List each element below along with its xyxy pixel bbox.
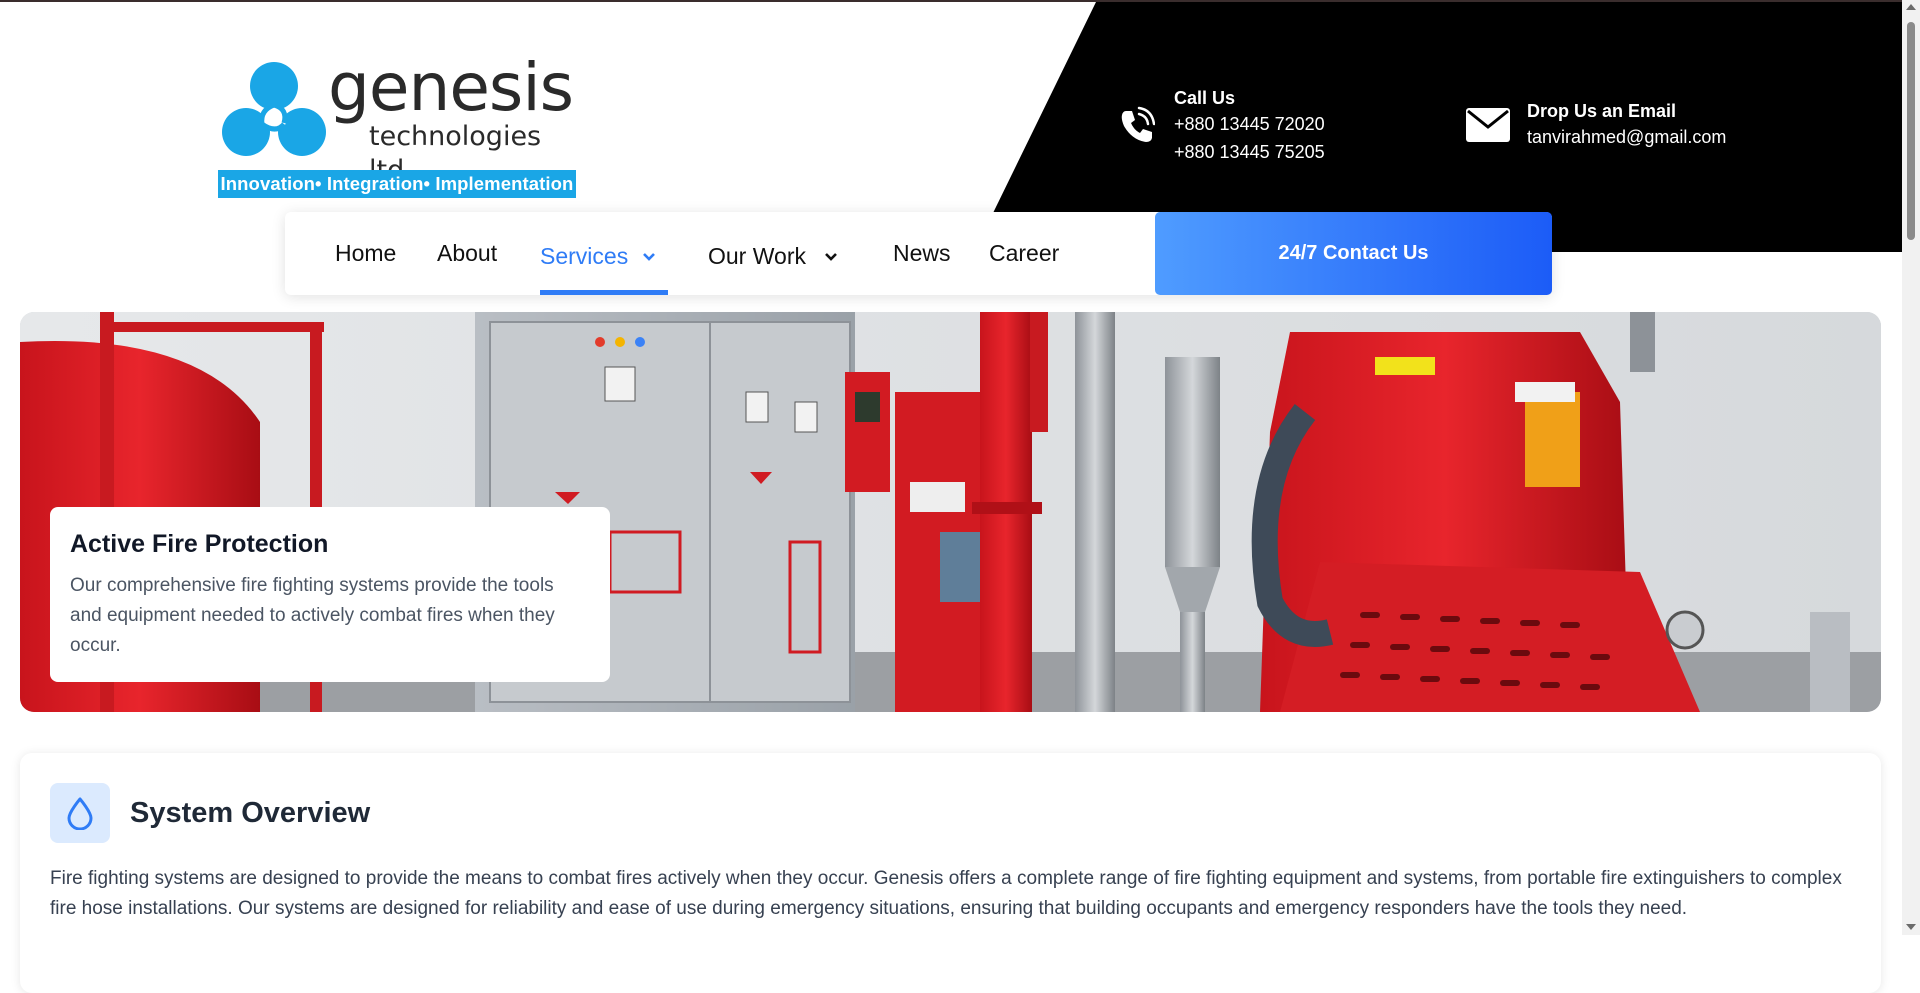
nav-label-about: About [437,240,498,266]
nav-label-our-work: Our Work [708,243,806,269]
chevron-down-icon [642,252,656,262]
envelope-icon [1465,102,1511,148]
water-drop-icon [50,783,110,843]
nav-item-our-work[interactable]: Our Work [708,215,838,298]
nav-item-services[interactable]: Services [540,215,656,298]
top-border [0,0,1920,2]
nav-item-home[interactable]: Home [335,212,396,295]
scroll-up-arrow-icon[interactable] [1906,4,1916,10]
logo-tagline: Innovation• Integration• Implementation [218,170,576,198]
email-block[interactable]: Drop Us an Email tanvirahmed@gmail.com [1465,99,1726,151]
nav-item-career[interactable]: Career [989,212,1059,295]
phone-icon [1112,103,1158,149]
hero-caption-card: Active Fire Protection Our comprehensive… [50,507,610,682]
contact-us-button[interactable]: 24/7 Contact Us [1155,212,1552,295]
scrollbar-thumb[interactable] [1907,22,1915,240]
system-overview-card: System Overview Fire fighting systems ar… [20,753,1881,993]
section-title: System Overview [130,797,371,829]
nav-item-about[interactable]: About [437,212,497,295]
nav-active-indicator [540,290,668,295]
nav-label-career: Career [989,240,1060,266]
nav-label-home: Home [335,240,397,266]
logo-wordmark: genesis [328,49,574,126]
nav-label-news: News [893,240,951,266]
logo-mark-icon [222,62,326,156]
phone-number-1[interactable]: +880 13445 72020 [1174,110,1325,138]
email-address[interactable]: tanvirahmed@gmail.com [1527,123,1726,151]
company-logo[interactable]: genesis technologies ltd Innovation• Int… [216,49,578,200]
nav-label-services: Services [540,243,629,269]
email-title: Drop Us an Email [1527,101,1677,121]
hero-banner: Active Fire Protection Our comprehensive… [20,312,1881,712]
page-scrollbar[interactable] [1902,0,1920,935]
main-nav: Home About Services Our Work News Career… [285,212,1552,295]
call-us-title: Call Us [1174,88,1236,108]
section-body: Fire fighting systems are designed to pr… [50,868,1842,919]
scroll-down-arrow-icon[interactable] [1906,924,1916,930]
phone-number-2[interactable]: +880 13445 75205 [1174,138,1325,166]
call-us-block[interactable]: Call Us +880 13445 72020 +880 13445 7520… [1112,86,1325,166]
hero-description: Our comprehensive fire fighting systems … [70,575,555,656]
hero-title: Active Fire Protection [70,530,329,558]
nav-item-news[interactable]: News [893,212,951,295]
chevron-down-icon [824,252,838,262]
